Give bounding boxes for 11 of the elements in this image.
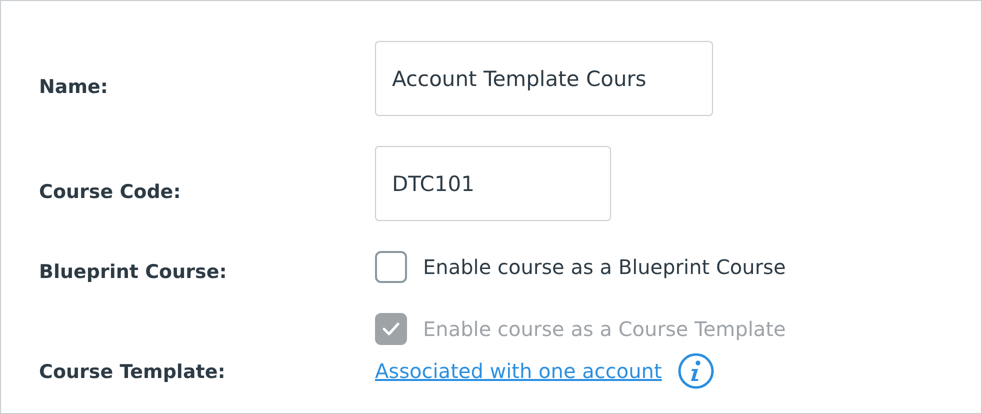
checkmark-icon [382, 322, 400, 336]
field-label: Name: [39, 76, 108, 98]
checkbox-label: Enable course as a Blueprint Course [423, 255, 786, 279]
field-label: Course Code: [39, 180, 181, 202]
info-icon[interactable] [678, 353, 714, 389]
field-label: Course Template: [39, 361, 226, 383]
checkbox-label: Enable course as a Course Template [423, 317, 786, 341]
checkbox[interactable] [375, 251, 407, 283]
text-field[interactable]: DTC101 [375, 146, 611, 221]
field-label: Blueprint Course: [39, 261, 227, 283]
text-field[interactable]: Account Template Cours [375, 41, 713, 116]
